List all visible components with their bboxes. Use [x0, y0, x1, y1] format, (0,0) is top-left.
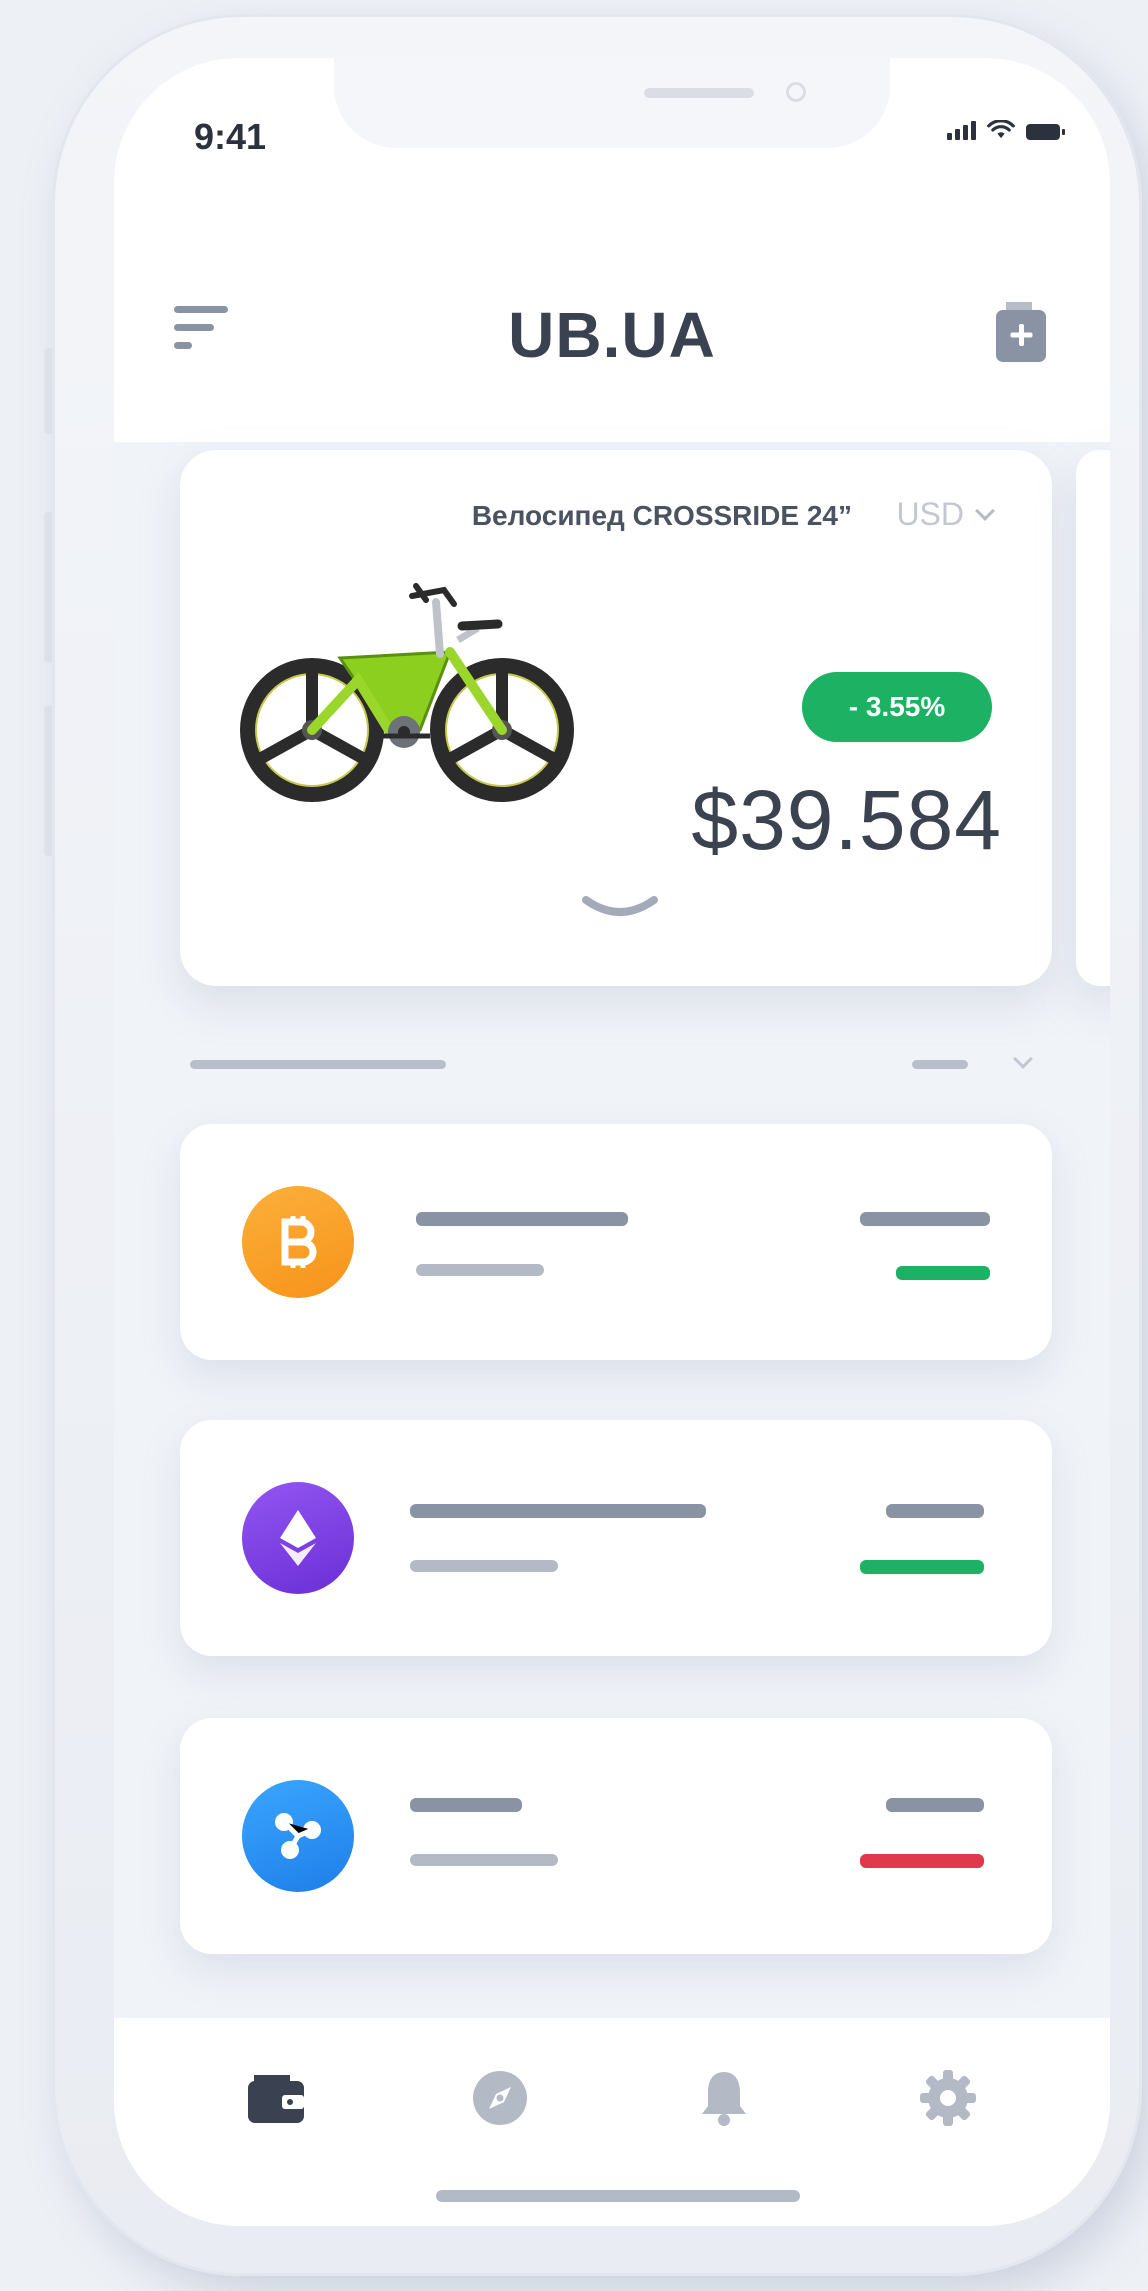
ripple-icon — [242, 1780, 354, 1892]
app-header: UB.UA — [114, 170, 1110, 442]
status-icons — [947, 120, 1065, 140]
bitcoin-icon — [242, 1186, 354, 1298]
battery-icon — [1026, 124, 1065, 140]
asset-name-placeholder — [410, 1798, 522, 1812]
phone-screen: 9:41 UB.UA Велосипед CROSSRIDE 24” USD -… — [114, 58, 1110, 2226]
asset-trend-bar — [896, 1266, 990, 1280]
page-title: UB.UA — [508, 299, 716, 371]
cellular-signal-icon — [947, 121, 976, 140]
asset-trend-bar — [860, 1854, 984, 1868]
product-price: $39.584 — [691, 773, 1002, 867]
wallet-icon — [248, 2075, 304, 2123]
status-time: 9:41 — [194, 116, 267, 157]
gear-icon — [920, 2070, 976, 2126]
notch — [334, 58, 890, 148]
asset-symbol-placeholder — [410, 1560, 558, 1572]
sort-label-placeholder[interactable] — [912, 1060, 968, 1069]
asset-symbol-placeholder — [410, 1854, 558, 1866]
currency-select[interactable]: USD — [896, 496, 995, 533]
chevron-down-icon — [975, 500, 995, 521]
list-item[interactable] — [180, 1420, 1052, 1656]
ethereum-icon — [242, 1482, 354, 1594]
product-card[interactable]: Велосипед CROSSRIDE 24” USD - 3.55% $39.… — [180, 450, 1052, 986]
tab-explore[interactable] — [470, 2068, 530, 2128]
asset-value-placeholder — [860, 1212, 990, 1226]
tab-settings[interactable] — [918, 2068, 978, 2128]
currency-value: USD — [896, 496, 964, 532]
wifi-icon — [987, 120, 1015, 139]
tab-wallet[interactable] — [246, 2068, 306, 2128]
asset-value-placeholder — [886, 1798, 984, 1812]
asset-name-placeholder — [410, 1504, 706, 1518]
list-item[interactable] — [180, 1124, 1052, 1360]
chevron-down-icon[interactable] — [1013, 1049, 1033, 1069]
bell-icon — [702, 2072, 746, 2126]
asset-name-placeholder — [416, 1212, 628, 1226]
list-item[interactable] — [180, 1718, 1052, 1954]
speaker — [644, 88, 754, 98]
product-name: Велосипед CROSSRIDE 24” — [471, 500, 852, 531]
bicycle-illustration — [240, 583, 574, 802]
home-indicator[interactable] — [436, 2190, 800, 2202]
asset-value-placeholder — [886, 1504, 984, 1518]
chevron-down-icon[interactable] — [580, 894, 660, 920]
next-product-card[interactable] — [1076, 450, 1110, 986]
section-title-placeholder — [190, 1060, 446, 1069]
front-camera — [786, 82, 806, 102]
price-change-badge: - 3.55% — [802, 672, 992, 742]
compass-icon — [473, 2071, 527, 2125]
asset-trend-bar — [860, 1560, 984, 1574]
add-file-icon[interactable] — [992, 300, 1050, 364]
tab-notifications[interactable] — [694, 2068, 754, 2128]
asset-symbol-placeholder — [416, 1264, 544, 1276]
